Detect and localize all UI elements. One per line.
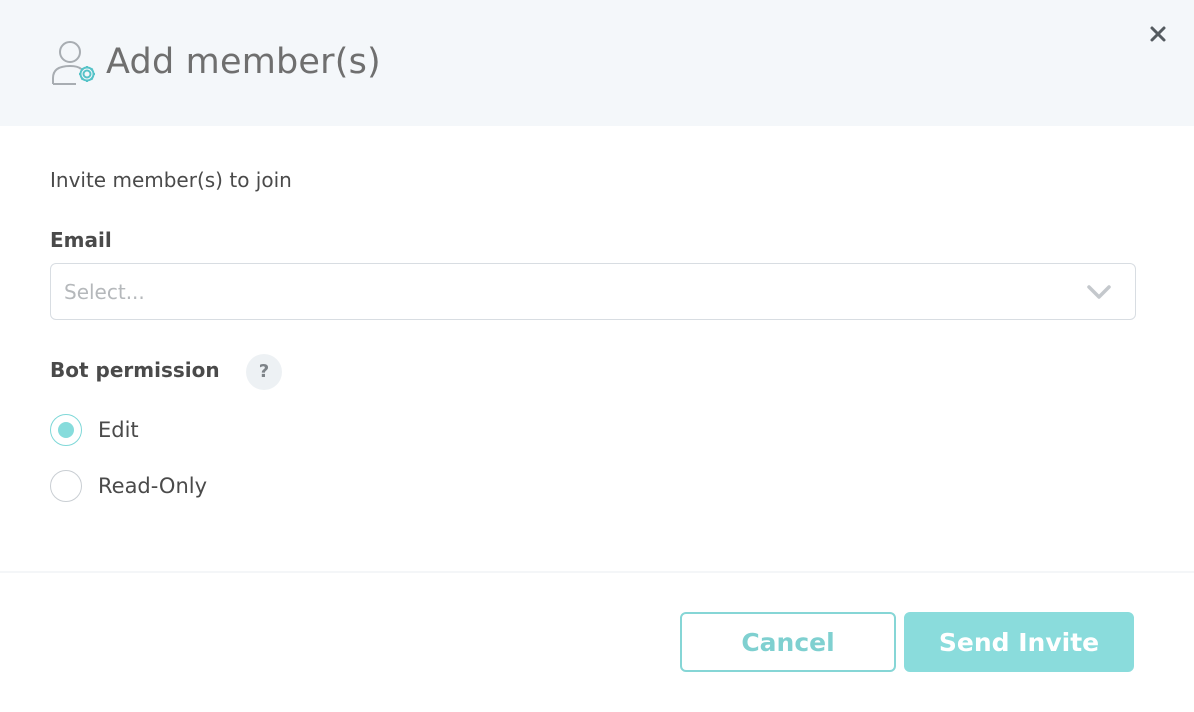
dialog-title: Add member(s)	[106, 42, 381, 82]
close-icon[interactable]	[1144, 20, 1172, 48]
footer-divider	[0, 571, 1194, 573]
radio-edit-label[interactable]: Edit	[98, 415, 139, 445]
cancel-button[interactable]: Cancel	[680, 612, 896, 672]
radio-read-only-circle[interactable]	[50, 470, 82, 502]
radio-read-only-label[interactable]: Read-Only	[98, 471, 207, 501]
bot-permission-label: Bot permission	[50, 358, 220, 382]
send-invite-button[interactable]: Send Invite	[904, 612, 1134, 672]
radio-edit-circle[interactable]	[50, 414, 82, 446]
email-select-placeholder: Select...	[64, 280, 145, 304]
help-icon[interactable]: ?	[246, 354, 282, 390]
dialog-header: Add member(s)	[0, 0, 1194, 126]
invite-subtitle: Invite member(s) to join	[50, 168, 292, 192]
add-member-dialog: Add member(s) Invite member(s) to join E…	[0, 0, 1194, 712]
user-settings-icon	[52, 41, 95, 85]
email-select[interactable]: Select...	[50, 263, 1136, 320]
chevron-down-icon[interactable]	[1085, 281, 1113, 303]
email-label: Email	[50, 228, 112, 252]
